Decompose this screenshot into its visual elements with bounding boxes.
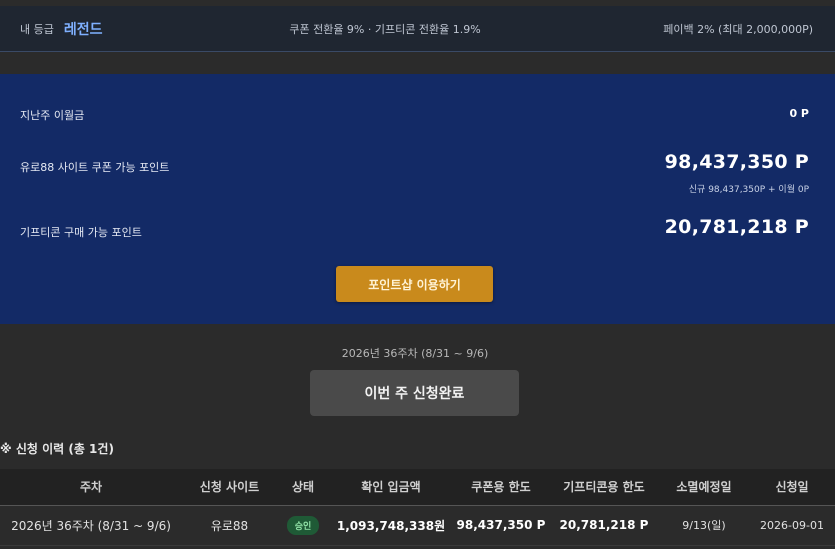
payback-info: 페이백 2% (최대 2,000,000P) — [663, 22, 813, 36]
col-gifticon-limit: 기프티콘용 한도 — [549, 469, 659, 506]
history-title: ※ 신청 이력 (총 1건) — [0, 442, 114, 456]
week-label: 2026년 36주차 (8/31 ~ 9/6) — [341, 347, 489, 360]
col-coupon-limit: 쿠폰용 한도 — [453, 469, 549, 506]
gifticon-points-value: 20,781,218 P — [664, 216, 809, 238]
status-badge: 승인 — [286, 515, 320, 535]
carryover-label: 지난주 이월금 — [20, 109, 85, 122]
col-site: 신청 사이트 — [182, 469, 277, 506]
conversion-rates: 쿠폰 전환율 9% · 기프티콘 전환율 1.9% — [289, 22, 481, 36]
table-row: 2026년 36주차 (8/31 ~ 9/6) 유로88 승인 1,093,74… — [0, 505, 835, 546]
row-site: 유로88 — [182, 505, 277, 546]
gifticon-points-label: 기프티콘 구매 가능 포인트 — [20, 226, 142, 239]
grade-bar: 내 등급 레전드 쿠폰 전환율 9% · 기프티콘 전환율 1.9% 페이백 2… — [0, 6, 835, 52]
history-table: 주차 신청 사이트 상태 확인 입금액 쿠폰용 한도 기프티콘용 한도 소멸예정… — [0, 469, 835, 546]
col-deposit: 확인 입금액 — [329, 469, 453, 506]
coupon-points-value: 98,437,350 P — [664, 151, 809, 173]
history-header-row: 주차 신청 사이트 상태 확인 입금액 쿠폰용 한도 기프티콘용 한도 소멸예정… — [0, 469, 835, 506]
row-expiry: 9/13(일) — [659, 505, 749, 546]
points-panel: 지난주 이월금 0 P 유로88 사이트 쿠폰 가능 포인트 98,437,35… — [0, 74, 835, 324]
carryover-value: 0 P — [789, 107, 809, 120]
row-coupon-limit: 98,437,350 P — [453, 505, 549, 546]
coupon-points-label: 유로88 사이트 쿠폰 가능 포인트 — [20, 161, 170, 174]
col-expiry: 소멸예정일 — [659, 469, 749, 506]
row-week: 2026년 36주차 (8/31 ~ 9/6) — [0, 505, 182, 546]
apply-complete-button[interactable]: 이번 주 신청완료 — [310, 370, 519, 416]
row-deposit: 1,093,748,338원 — [329, 505, 453, 546]
row-gifticon-limit: 20,781,218 P — [549, 505, 659, 546]
col-applied: 신청일 — [749, 469, 835, 506]
row-applied: 2026-09-01 — [749, 505, 835, 546]
coupon-points-note: 신규 98,437,350P + 이월 0P — [688, 185, 809, 195]
col-status: 상태 — [277, 469, 329, 506]
row-status: 승인 — [277, 505, 329, 546]
point-shop-button[interactable]: 포인트샵 이용하기 — [336, 266, 493, 302]
col-week: 주차 — [0, 469, 182, 506]
